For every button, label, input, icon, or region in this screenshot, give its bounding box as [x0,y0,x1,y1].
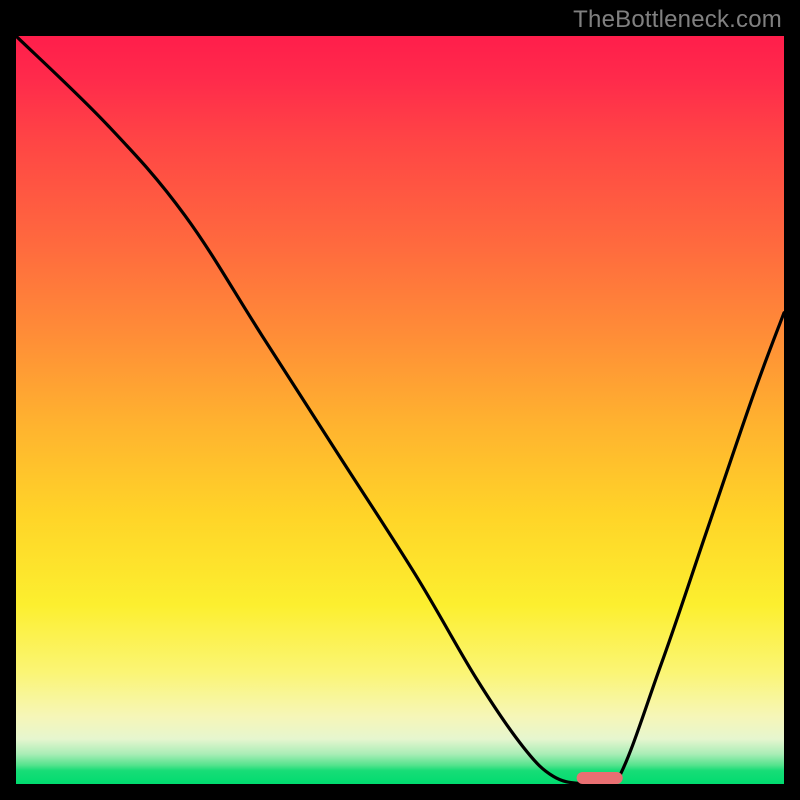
bottleneck-curve [16,36,784,784]
curve-layer [16,36,784,784]
plot-area [16,36,784,784]
chart-frame: TheBottleneck.com [0,0,800,800]
optimal-marker [577,772,623,784]
watermark-text: TheBottleneck.com [573,6,782,34]
